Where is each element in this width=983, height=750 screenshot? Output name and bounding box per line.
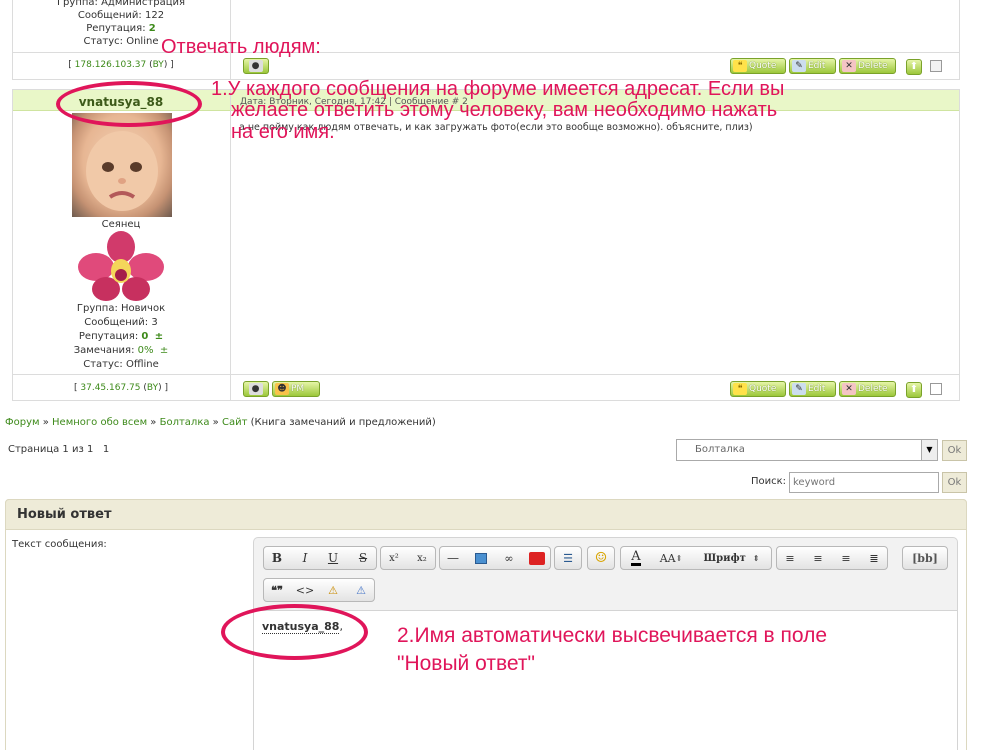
webcam-icon: ●: [248, 383, 263, 395]
image-icon[interactable]: [469, 547, 493, 569]
align-center-icon[interactable]: ≡: [806, 547, 830, 569]
post1-group: Группа: Администрация: [56, 0, 186, 8]
arrow-up-icon: ⬆: [909, 384, 919, 395]
annotation-title: Отвечать людям:: [161, 36, 321, 58]
forum-jump-ok-button[interactable]: Ok: [942, 440, 967, 461]
annotation-step1: 1.У каждого сообщения на форуме имеется …: [211, 78, 785, 143]
search-ok-button[interactable]: Ok: [942, 472, 967, 493]
pagination: Страница 1 из 1 1: [8, 444, 110, 455]
bbcode-toggle-button[interactable]: [bb]: [902, 546, 948, 570]
reply-title: Новый ответ: [17, 507, 112, 522]
pencil-icon: ✎: [792, 383, 806, 395]
post1-reputation: Репутация: 2: [86, 23, 156, 34]
post2-remarks: Замечания: 0% ±: [73, 345, 169, 356]
post1-quote-button[interactable]: ❝ Quote: [730, 58, 786, 74]
spoiler-icon[interactable]: ⚠: [321, 579, 345, 601]
speech-bubble-icon: ❝: [733, 60, 747, 72]
quote-icon[interactable]: ❝❞: [265, 579, 289, 601]
code-icon[interactable]: <>: [293, 579, 317, 601]
link-icon[interactable]: ∞: [497, 547, 521, 569]
annotation-step2: 2.Имя автоматически высвечивается в поле…: [397, 624, 828, 675]
search-input[interactable]: [789, 472, 939, 493]
text-label: Текст сообщения:: [12, 539, 107, 550]
breadcrumb: Форум » Немного обо всем » Болталка » Са…: [5, 417, 436, 428]
font-color-icon[interactable]: A: [622, 547, 650, 569]
annotation-ellipse-username: [56, 81, 202, 127]
orchid-rank-image: [78, 231, 164, 303]
font-family-button[interactable]: Шрифт ⇕: [693, 547, 770, 569]
eraser-icon: ✕: [842, 383, 856, 395]
post2-select-checkbox[interactable]: [930, 383, 942, 395]
smiley-icon[interactable]: ☺: [589, 547, 613, 569]
bold-button[interactable]: B: [265, 547, 289, 569]
remarks-plusminus-link[interactable]: ±: [160, 345, 168, 356]
forum-jump-select[interactable]: Болталка ▼: [676, 439, 938, 461]
hide-icon[interactable]: ⚠: [349, 579, 373, 601]
post1-ip: [ 178.126.103.37 (BY) ]: [68, 60, 174, 70]
post2-scroll-top-button[interactable]: ⬆: [906, 382, 922, 398]
post2-delete-button[interactable]: ✕ Delete: [839, 381, 896, 397]
post2-pm-button[interactable]: ☻ PM: [272, 381, 320, 397]
chevron-down-icon: ▼: [921, 440, 937, 460]
strikethrough-button[interactable]: S: [351, 547, 375, 569]
post1-scroll-top-button[interactable]: ⬆: [906, 59, 922, 75]
post2-messages: Сообщений: 3: [84, 317, 158, 328]
avatar: [72, 113, 172, 217]
align-right-icon[interactable]: ≡: [834, 547, 858, 569]
speech-bubble-icon: ❝: [733, 383, 747, 395]
webcam-icon: ●: [248, 60, 263, 72]
search-label: Поиск:: [751, 476, 787, 487]
post2-webcam-button[interactable]: ●: [243, 381, 269, 397]
breadcrumb-section[interactable]: Немного обо всем: [52, 417, 147, 428]
post2-footer-line: [12, 374, 960, 375]
breadcrumb-subforum[interactable]: Болталка: [160, 417, 210, 428]
post2-edit-button[interactable]: ✎ Edit: [789, 381, 836, 397]
post1-messages: Сообщений: 122: [77, 10, 165, 21]
arrow-up-icon: ⬆: [909, 61, 919, 72]
reputation-plusminus-link[interactable]: ±: [155, 331, 163, 342]
breadcrumb-forum[interactable]: Форум: [5, 417, 40, 428]
post2-quote-button[interactable]: ❝ Quote: [730, 381, 786, 397]
post1-select-checkbox[interactable]: [930, 60, 942, 72]
align-left-icon[interactable]: ≡: [778, 547, 802, 569]
annotation-ellipse-reply-name: [221, 604, 368, 660]
reply-header: [5, 499, 967, 530]
post1-delete-button[interactable]: ✕ Delete: [839, 58, 896, 74]
superscript-button[interactable]: x²: [382, 547, 406, 569]
breadcrumb-topic[interactable]: Сайт: [222, 417, 247, 428]
hr-button[interactable]: —: [441, 547, 465, 569]
post2-user-info: Группа: Новичок Сообщений: 3 Репутация: …: [12, 302, 230, 372]
subscript-button[interactable]: x₂: [410, 547, 434, 569]
pagination-page-1[interactable]: 1: [103, 444, 109, 455]
post1-footer-line: [12, 52, 960, 53]
list-icon[interactable]: ☰: [556, 547, 580, 569]
post2-reputation: Репутация: 0 ±: [78, 331, 164, 342]
post2-group: Группа: Новичок: [76, 303, 166, 314]
font-size-button[interactable]: AA ⇕: [654, 547, 688, 569]
post2-ip: [ 37.45.167.75 (BY) ]: [74, 383, 168, 393]
users-icon: ☻: [275, 383, 289, 395]
underline-button[interactable]: U: [321, 547, 345, 569]
youtube-icon[interactable]: [525, 547, 549, 569]
post2-rank: Сеянец: [101, 219, 141, 230]
post2-status: Статус: Offline: [83, 359, 159, 370]
post1-webcam-button[interactable]: ●: [243, 58, 269, 74]
italic-button[interactable]: I: [293, 547, 317, 569]
pencil-icon: ✎: [792, 60, 806, 72]
align-justify-icon[interactable]: ≣: [862, 547, 886, 569]
post1-edit-button[interactable]: ✎ Edit: [789, 58, 836, 74]
eraser-icon: ✕: [842, 60, 856, 72]
